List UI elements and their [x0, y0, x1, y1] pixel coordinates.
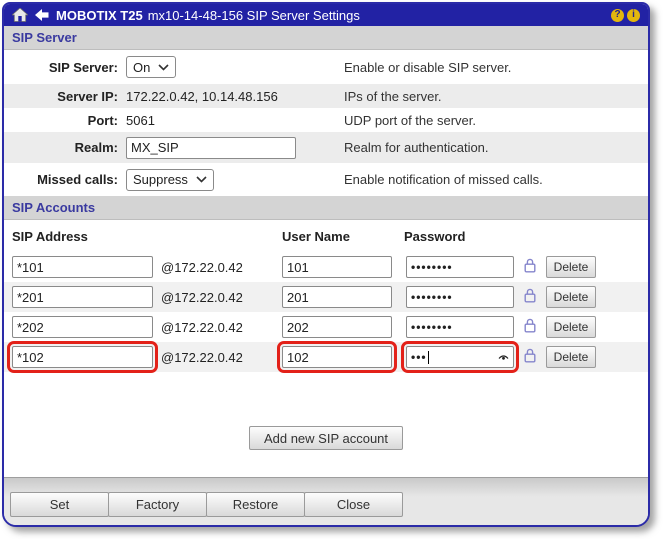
sip-accounts-section-header: SIP Accounts	[4, 196, 648, 220]
realm-label: Realm:	[4, 140, 126, 155]
delete-button[interactable]: Delete	[546, 316, 596, 338]
info-icon[interactable]: i	[627, 9, 640, 22]
password-input[interactable]	[406, 256, 514, 278]
window-title-product: MOBOTIX T25	[56, 8, 143, 23]
delete-button[interactable]: Delete	[546, 286, 596, 308]
form-row-sip-server: SIP Server: On Enable or disable SIP ser…	[4, 50, 648, 84]
add-account-area: Add new SIP account	[4, 372, 648, 450]
text-cursor	[428, 351, 429, 364]
close-button[interactable]: Close	[304, 492, 403, 517]
user-name-input[interactable]	[282, 316, 392, 338]
column-header-user-name: User Name	[282, 229, 404, 244]
lock-icon	[524, 258, 536, 276]
sip-address-input[interactable]	[12, 286, 153, 308]
sip-server-suffix: @172.22.0.42	[151, 320, 282, 335]
form-row-server-ip: Server IP: 172.22.0.42, 10.14.48.156 IPs…	[4, 84, 648, 108]
missed-calls-select[interactable]: Suppress	[126, 169, 214, 191]
password-reveal-eye-icon[interactable]	[498, 353, 509, 361]
server-ip-label: Server IP:	[4, 89, 126, 104]
missed-calls-description: Enable notification of missed calls.	[344, 172, 648, 187]
password-input[interactable]	[406, 316, 514, 338]
help-icon[interactable]: ?	[611, 9, 624, 22]
sip-account-row-1: @172.22.0.42 Delete	[4, 252, 648, 282]
sip-server-suffix: @172.22.0.42	[151, 350, 282, 365]
accounts-table-header: SIP Address User Name Password	[4, 220, 648, 252]
home-icon[interactable]	[12, 8, 28, 22]
realm-description: Realm for authentication.	[344, 140, 648, 155]
sip-server-label: SIP Server:	[4, 60, 126, 75]
password-input-highlighted[interactable]: •••	[406, 346, 514, 368]
port-label: Port:	[4, 113, 126, 128]
password-masked-value: •••	[411, 351, 427, 363]
title-bar: MOBOTIX T25 mx10-14-48-156 SIP Server Se…	[4, 4, 648, 26]
restore-button[interactable]: Restore	[206, 492, 305, 517]
sip-server-description: Enable or disable SIP server.	[344, 60, 648, 75]
form-row-missed-calls: Missed calls: Suppress Enable notificati…	[4, 163, 648, 196]
sip-account-row-3: @172.22.0.42 Delete	[4, 312, 648, 342]
column-header-sip-address: SIP Address	[12, 229, 282, 244]
sip-server-select-value: On	[133, 60, 150, 75]
add-sip-account-button[interactable]: Add new SIP account	[249, 426, 403, 450]
port-description: UDP port of the server.	[344, 113, 648, 128]
column-header-password: Password	[404, 229, 648, 244]
password-input[interactable]	[406, 286, 514, 308]
missed-calls-label: Missed calls:	[4, 172, 126, 187]
sip-account-row-4-highlighted: @172.22.0.42 ••• Delete	[4, 342, 648, 372]
lock-icon	[524, 348, 536, 366]
chevron-down-icon	[158, 64, 169, 71]
lock-icon	[524, 288, 536, 306]
back-arrow-icon[interactable]	[35, 9, 49, 21]
footer-bar: Set Factory Restore Close	[4, 477, 648, 525]
sip-account-row-2: @172.22.0.42 Delete	[4, 282, 648, 312]
realm-input[interactable]	[126, 137, 296, 159]
form-row-realm: Realm: Realm for authentication.	[4, 132, 648, 163]
chevron-down-icon	[196, 176, 207, 183]
port-value: 5061	[126, 113, 344, 128]
server-ip-description: IPs of the server.	[344, 89, 648, 104]
sip-address-input[interactable]	[12, 256, 153, 278]
delete-button[interactable]: Delete	[546, 346, 596, 368]
sip-address-input[interactable]	[12, 316, 153, 338]
sip-server-suffix: @172.22.0.42	[151, 290, 282, 305]
delete-button[interactable]: Delete	[546, 256, 596, 278]
sip-server-section-header: SIP Server	[4, 26, 648, 50]
sip-server-suffix: @172.22.0.42	[151, 260, 282, 275]
missed-calls-select-value: Suppress	[133, 172, 188, 187]
sip-address-input-highlighted[interactable]	[12, 346, 153, 368]
lock-icon	[524, 318, 536, 336]
form-row-port: Port: 5061 UDP port of the server.	[4, 108, 648, 132]
page: MOBOTIX T25 mx10-14-48-156 SIP Server Se…	[0, 0, 665, 539]
set-button[interactable]: Set	[10, 492, 109, 517]
server-ip-value: 172.22.0.42, 10.14.48.156	[126, 89, 344, 104]
window-title-text: mx10-14-48-156 SIP Server Settings	[148, 8, 360, 23]
settings-window: MOBOTIX T25 mx10-14-48-156 SIP Server Se…	[2, 2, 650, 527]
footer-button-group: Set Factory Restore Close	[10, 492, 403, 517]
factory-button[interactable]: Factory	[108, 492, 207, 517]
user-name-input[interactable]	[282, 256, 392, 278]
sip-server-select[interactable]: On	[126, 56, 176, 78]
user-name-input[interactable]	[282, 286, 392, 308]
user-name-input-highlighted[interactable]	[282, 346, 392, 368]
